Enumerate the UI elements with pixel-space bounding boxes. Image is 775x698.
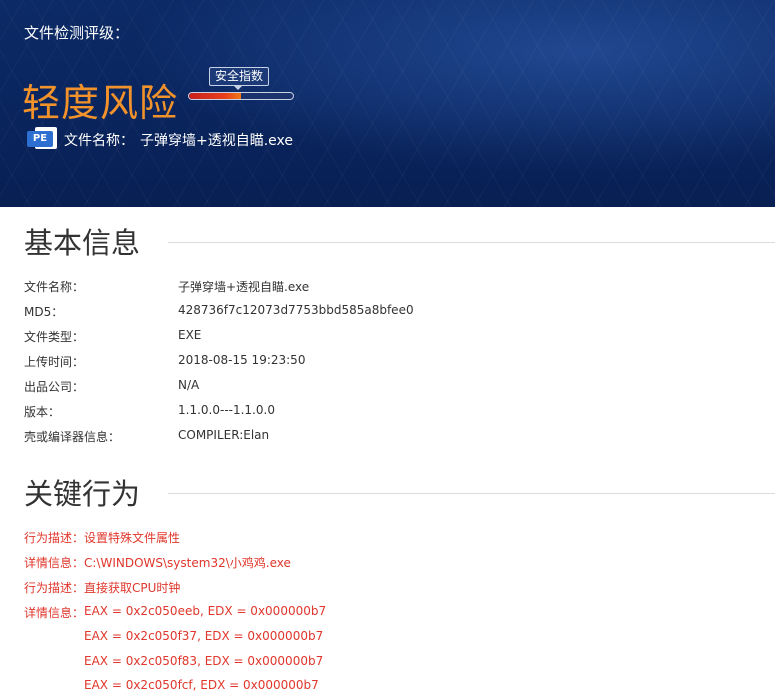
report-header: 文件检测评级： 轻度风险 安全指数 PE 文件名称： 子弹穿墙+透视自瞄.exe (0, 0, 775, 207)
info-label: 文件名称： (24, 280, 85, 294)
behavior-label: 行为描述： (24, 581, 85, 595)
info-label: 文件类型： (24, 330, 85, 344)
pe-badge: PE (27, 131, 53, 147)
safety-index-meter (188, 92, 294, 100)
info-row-md5: MD5： 428736f7c12073d7753bbd585a8bfee0 (24, 303, 764, 323)
behavior-label: 详情信息： (24, 556, 85, 570)
behavior-row: 详情信息： EAX = 0x2c050eeb, EDX = 0x000000b7 (24, 604, 764, 624)
behavior-value: EAX = 0x2c050f83, EDX = 0x000000b7 (84, 654, 324, 668)
basic-info-divider (168, 242, 775, 243)
behavior-value: 设置特殊文件属性 (84, 531, 181, 545)
info-label: 上传时间： (24, 355, 85, 369)
evaluation-label: 文件检测评级： (24, 24, 130, 42)
risk-level: 轻度风险 (22, 81, 179, 125)
info-row-file-type: 文件类型： EXE (24, 328, 764, 348)
info-value: 1.1.0.0---1.1.0.0 (178, 403, 275, 417)
behavior-value: 直接获取CPU时钟 (84, 581, 181, 595)
basic-info-title: 基本信息 (24, 226, 141, 260)
behavior-value: C:\WINDOWS\system32\小鸡鸡.exe (84, 556, 291, 570)
key-behavior-title: 关键行为 (24, 477, 141, 511)
safety-index-meter-fill (189, 93, 241, 99)
pe-file-icon: PE (27, 127, 57, 149)
behavior-value: EAX = 0x2c050eeb, EDX = 0x000000b7 (84, 604, 327, 618)
info-value: 2018-08-15 19:23:50 (178, 353, 306, 367)
header-file-name-value: 子弹穿墙+透视自瞄.exe (140, 133, 294, 149)
behavior-row: 行为描述： 直接获取CPU时钟 (24, 579, 764, 599)
info-row-version: 版本： 1.1.0.0---1.1.0.0 (24, 403, 764, 423)
behavior-row: EAX = 0x2c050fcf, EDX = 0x000000b7 (24, 678, 764, 698)
behavior-row: EAX = 0x2c050f37, EDX = 0x000000b7 (24, 629, 764, 649)
header-file-name-label: 文件名称： (64, 133, 134, 149)
behavior-row: 行为描述： 设置特殊文件属性 (24, 529, 764, 549)
info-row-company: 出品公司： N/A (24, 378, 764, 398)
key-behavior-divider (168, 493, 775, 494)
info-label: MD5： (24, 305, 64, 319)
info-label: 出品公司： (24, 380, 85, 394)
behavior-row: 详情信息： C:\WINDOWS\system32\小鸡鸡.exe (24, 554, 764, 574)
behavior-label: 详情信息： (24, 606, 85, 620)
info-row-compiler: 壳或编译器信息： COMPILER:Elan (24, 428, 764, 448)
info-label: 壳或编译器信息： (24, 430, 121, 444)
info-value: 428736f7c12073d7753bbd585a8bfee0 (178, 303, 414, 317)
info-value: 子弹穿墙+透视自瞄.exe (178, 280, 310, 294)
info-row-file-name: 文件名称： 子弹穿墙+透视自瞄.exe (24, 278, 764, 298)
behavior-label: 行为描述： (24, 531, 85, 545)
info-row-upload-time: 上传时间： 2018-08-15 19:23:50 (24, 353, 764, 373)
behavior-row: EAX = 0x2c050f83, EDX = 0x000000b7 (24, 654, 764, 674)
info-value: COMPILER:Elan (178, 428, 270, 442)
behavior-value: EAX = 0x2c050fcf, EDX = 0x000000b7 (84, 678, 319, 692)
safety-index-tooltip: 安全指数 (209, 67, 270, 90)
header-file-name: 文件名称： 子弹穿墙+透视自瞄.exe (64, 130, 293, 150)
info-value: N/A (178, 378, 200, 392)
behavior-value: EAX = 0x2c050f37, EDX = 0x000000b7 (84, 629, 324, 643)
info-value: EXE (178, 328, 202, 342)
info-label: 版本： (24, 405, 61, 419)
